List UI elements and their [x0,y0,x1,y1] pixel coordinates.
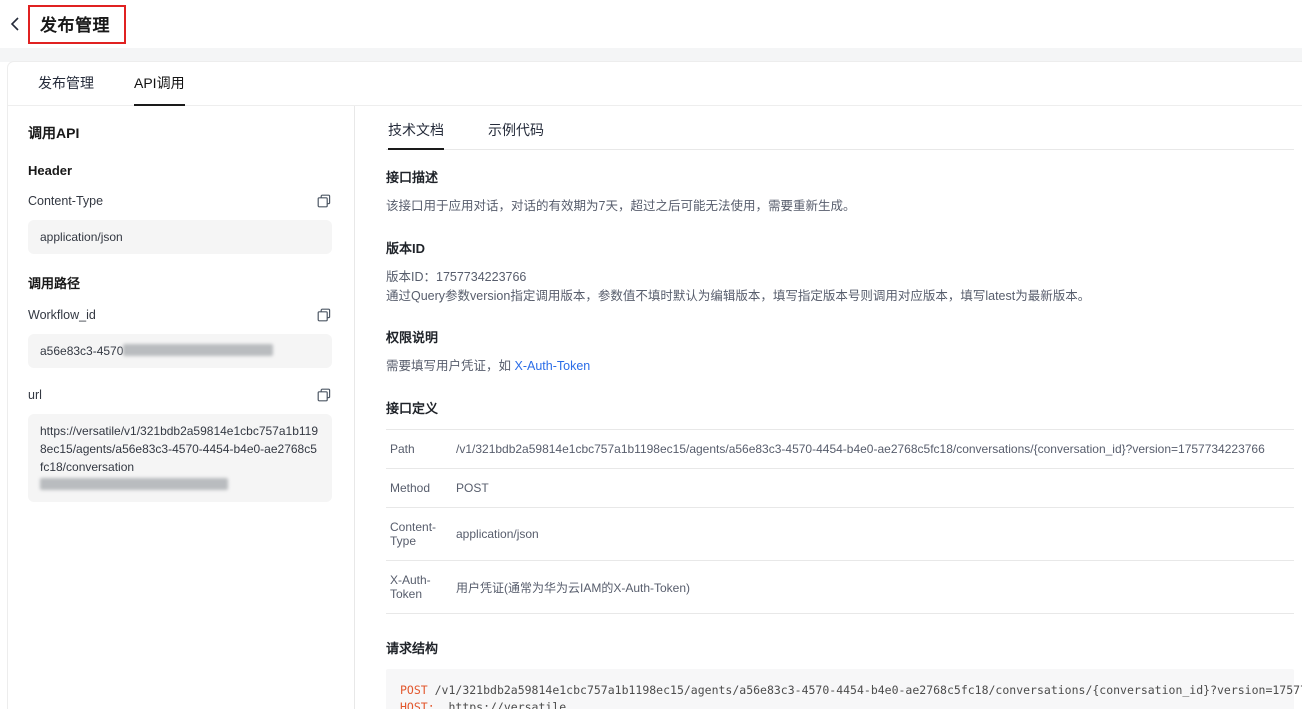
main-card: 发布管理 API调用 调用API Header Content-Type [8,62,1302,709]
def-value-method: POST [456,481,489,495]
documentation-panel: 技术文档 示例代码 接口描述 该接口用于应用对话，对话的有效期为7天，超过之后可… [355,106,1302,709]
request-structure-heading: 请求结构 [386,638,1294,657]
def-label-method: Method [390,481,456,495]
main-tab-bar: 发布管理 API调用 [8,62,1302,106]
redacted-url-suffix [40,478,228,490]
workflow-id-label: Workflow_id [28,308,96,322]
content-row: 调用API Header Content-Type application/js… [8,106,1302,709]
chevron-left-icon [10,16,20,32]
api-call-panel: 调用API Header Content-Type application/js… [8,106,355,709]
page-title: 发布管理 [40,16,110,35]
url-value-box: https://versatile/v1/321bdb2a59814e1cbc7… [28,414,332,502]
content-type-label: Content-Type [28,194,103,208]
header-divider-band [0,48,1302,62]
version-note: 通过Query参数version指定调用版本，参数值不填时默认为编辑版本，填写指… [386,287,1294,306]
page-header: 发布管理 [0,0,1302,48]
def-label-content-type: Content-Type [390,520,456,548]
tab-api-call[interactable]: API调用 [132,73,187,105]
interface-desc-heading: 接口描述 [386,167,1294,186]
copy-icon [317,194,331,208]
code-line-host: HOST: https://versatile [400,699,1280,709]
code-method: POST [400,683,428,697]
copy-workflow-id-button[interactable] [316,307,332,323]
url-label: url [28,388,42,402]
def-value-path: /v1/321bdb2a59814e1cbc757a1b1198ec15/age… [456,442,1265,456]
auth-heading: 权限说明 [386,327,1294,346]
tab-release-management[interactable]: 发布管理 [36,73,96,105]
x-auth-token-link[interactable]: X-Auth-Token [514,359,590,373]
copy-content-type-button[interactable] [316,193,332,209]
definition-table: Path /v1/321bdb2a59814e1cbc757a1b1198ec1… [386,429,1294,614]
panel-title: 调用API [28,123,332,143]
code-line-request: POST /v1/321bdb2a59814e1cbc757a1b1198ec1… [400,682,1280,699]
def-value-x-auth-token: 用户凭证(通常为华为云IAM的X-Auth-Token) [456,579,690,596]
redacted-workflow-id [123,344,273,356]
table-row: Method POST [386,469,1294,508]
back-button[interactable] [4,12,26,36]
table-row: Path /v1/321bdb2a59814e1cbc757a1b1198ec1… [386,430,1294,469]
content-type-value: application/json [40,230,123,244]
copy-url-button[interactable] [316,387,332,403]
code-host-value: https://versatile [435,700,567,709]
workflow-id-value-box: a56e83c3-4570 [28,334,332,368]
title-annotation-box: 发布管理 [28,5,126,44]
def-label-path: Path [390,442,456,456]
code-host-key: HOST: [400,700,435,709]
interface-desc-body: 该接口用于应用对话，对话的有效期为7天，超过之后可能无法使用，需要重新生成。 [386,197,1294,216]
tab-technical-docs[interactable]: 技术文档 [386,120,446,149]
path-group-title: 调用路径 [28,273,332,292]
content-type-value-box: application/json [28,220,332,254]
url-value: https://versatile/v1/321bdb2a59814e1cbc7… [40,424,318,474]
code-path: /v1/321bdb2a59814e1cbc757a1b1198ec15/age… [428,683,1302,697]
def-value-content-type: application/json [456,527,539,541]
copy-icon [317,388,331,402]
request-code-block: POST /v1/321bdb2a59814e1cbc757a1b1198ec1… [386,669,1294,709]
header-group-title: Header [28,163,332,178]
version-block: 版本ID：1757734223766 通过Query参数version指定调用版… [386,268,1294,306]
version-heading: 版本ID [386,238,1294,257]
doc-tab-bar: 技术文档 示例代码 [386,106,1294,150]
table-row: Content-Type application/json [386,508,1294,561]
url-field-row: url [28,387,332,403]
workflow-id-value: a56e83c3-4570 [40,344,123,358]
auth-line: 需要填写用户凭证，如 X-Auth-Token [386,357,1294,376]
workflow-id-field-row: Workflow_id [28,307,332,323]
version-id-line: 版本ID：1757734223766 [386,268,1294,287]
copy-icon [317,308,331,322]
definition-heading: 接口定义 [386,398,1294,417]
def-label-x-auth-token: X-Auth-Token [390,573,456,601]
content-type-field-row: Content-Type [28,193,332,209]
release-management-page: 发布管理 发布管理 API调用 调用API Header Content-Typ… [0,0,1302,709]
table-row: X-Auth-Token 用户凭证(通常为华为云IAM的X-Auth-Token… [386,561,1294,614]
tab-sample-code[interactable]: 示例代码 [486,120,546,149]
auth-text: 需要填写用户凭证，如 [386,359,514,373]
